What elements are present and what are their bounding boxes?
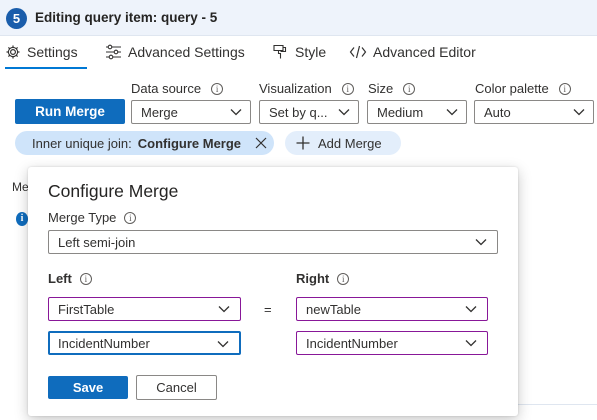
background-label-partial: Me (12, 180, 29, 194)
data-source-dropdown[interactable]: Merge (131, 100, 251, 124)
merge-type-dropdown[interactable]: Left semi-join (48, 230, 498, 254)
chevron-down-icon (446, 109, 458, 116)
visualization-label: Visualization i (259, 81, 354, 96)
left-label: Left i (48, 271, 92, 286)
info-icon[interactable]: i (79, 272, 92, 285)
chevron-down-icon (217, 341, 229, 348)
right-table-value: newTable (306, 301, 361, 317)
info-icon[interactable]: i (211, 82, 224, 95)
color-palette-dropdown[interactable]: Auto (474, 100, 594, 124)
sliders-icon (106, 44, 121, 60)
right-label: Right i (296, 271, 350, 286)
add-merge-label: Add Merge (318, 135, 382, 151)
run-merge-button[interactable]: Run Merge (15, 99, 125, 124)
visualization-value: Set by q... (269, 104, 328, 120)
equals-sign: = (264, 302, 272, 317)
divider (518, 404, 597, 405)
size-label: Size i (368, 81, 416, 96)
tab-bar: Settings Advanced Settings Style Advance… (0, 40, 597, 70)
left-table-value: FirstTable (58, 301, 115, 317)
chevron-down-icon (573, 109, 585, 116)
save-button[interactable]: Save (48, 376, 128, 399)
chevron-down-icon (475, 239, 487, 246)
info-icon[interactable]: i (124, 211, 137, 224)
visualization-dropdown[interactable]: Set by q... (259, 100, 359, 124)
chevron-down-icon (465, 306, 477, 313)
code-icon (349, 45, 367, 59)
data-source-value: Merge (141, 104, 178, 120)
right-table-dropdown[interactable]: newTable (296, 297, 488, 321)
gear-icon (6, 45, 20, 59)
tab-style[interactable]: Style (272, 44, 326, 70)
left-column-value: IncidentNumber (58, 335, 150, 351)
tab-label: Style (295, 44, 327, 60)
right-column-dropdown[interactable]: IncidentNumber (296, 331, 488, 355)
info-icon[interactable]: i (403, 82, 416, 95)
tab-advanced-settings[interactable]: Advanced Settings (105, 44, 245, 70)
size-dropdown[interactable]: Medium (367, 100, 467, 124)
color-palette-value: Auto (484, 104, 511, 120)
color-palette-label: Color palette i (475, 81, 571, 96)
tab-label: Advanced Editor (373, 44, 476, 60)
left-table-dropdown[interactable]: FirstTable (48, 297, 241, 321)
close-icon[interactable] (255, 137, 267, 149)
info-icon: i (16, 212, 28, 226)
tab-label: Settings (27, 44, 78, 60)
editor-header: 5 Editing query item: query - 5 (0, 0, 597, 36)
cancel-button[interactable]: Cancel (136, 375, 217, 400)
chevron-down-icon (338, 109, 350, 116)
step-badge: 5 (6, 8, 27, 29)
tab-advanced-editor[interactable]: Advanced Editor (349, 44, 476, 70)
configure-merge-dialog: Configure Merge Merge Type i Left semi-jo… (28, 167, 518, 416)
configure-merge-link[interactable]: Configure Merge (138, 136, 241, 151)
left-column-dropdown[interactable]: IncidentNumber (48, 331, 241, 355)
merge-pill-prefix: Inner unique join: (32, 135, 132, 151)
merge-pill[interactable]: Inner unique join: Configure Merge (15, 131, 274, 155)
active-tab-indicator (5, 67, 87, 69)
info-icon[interactable]: i (337, 272, 350, 285)
chevron-down-icon (465, 340, 477, 347)
data-source-label: Data source i (131, 81, 224, 96)
merge-type-value: Left semi-join (58, 234, 136, 250)
info-icon[interactable]: i (341, 82, 354, 95)
brush-icon (273, 44, 287, 59)
add-merge-button[interactable]: Add Merge (285, 131, 401, 155)
chevron-down-icon (218, 306, 230, 313)
plus-icon (296, 136, 310, 150)
tab-label: Advanced Settings (128, 44, 245, 60)
info-icon[interactable]: i (558, 82, 571, 95)
merge-type-label: Merge Type i (48, 210, 137, 225)
size-value: Medium (377, 104, 424, 120)
header-title: Editing query item: query - 5 (35, 10, 218, 25)
chevron-down-icon (230, 109, 242, 116)
dialog-title: Configure Merge (48, 181, 179, 201)
right-column-value: IncidentNumber (306, 335, 398, 351)
